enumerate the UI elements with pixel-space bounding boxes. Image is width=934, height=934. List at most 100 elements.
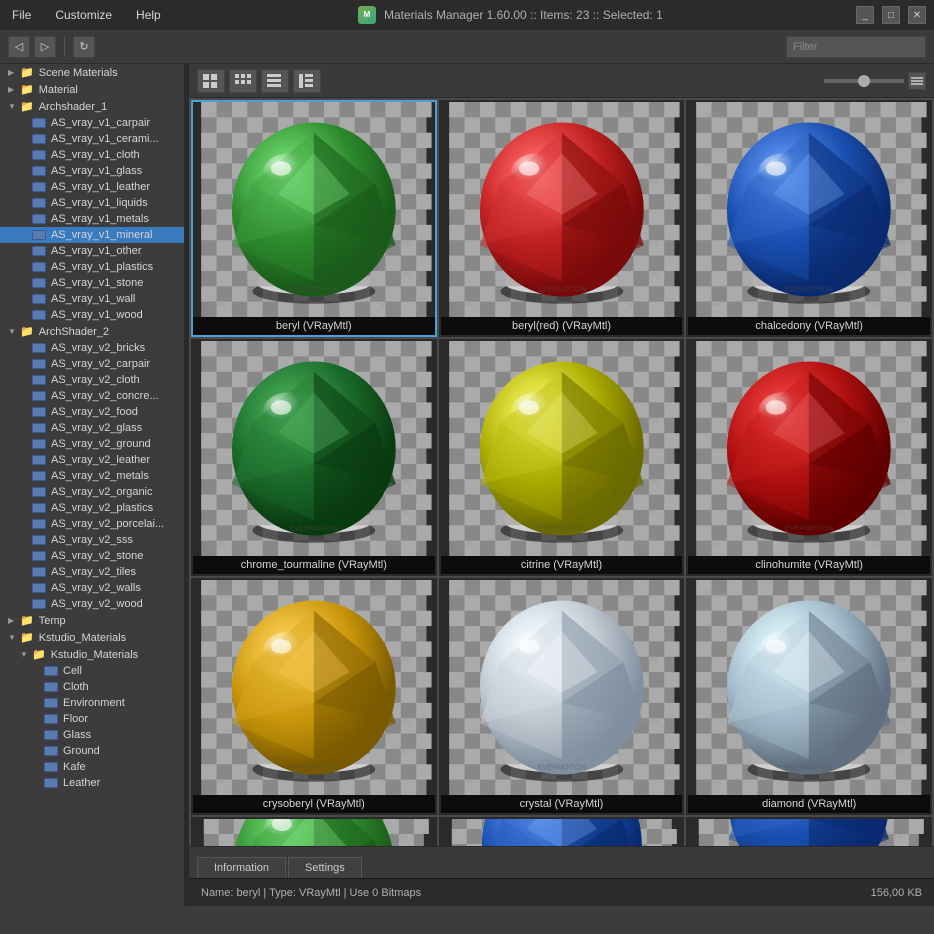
sidebar-item[interactable]: AS_vray_v1_carpair [0,115,184,131]
sidebar-item[interactable]: AS_vray_v2_tiles [0,564,184,580]
sidebar-item[interactable]: AS_vray_v2_walls [0,580,184,596]
sidebar-item[interactable]: AS_vray_v2_wood [0,596,184,612]
svg-text:90%: 90% [396,417,411,425]
svg-text:100%: 100% [209,111,230,120]
folder-icon: 📁 [20,66,34,79]
sidebar-item[interactable]: AS_vray_v2_plastics [0,500,184,516]
sidebar-item[interactable]: Environment [0,695,184,711]
sidebar-item[interactable]: Cloth [0,679,184,695]
sidebar-item[interactable]: AS_vray_v2_glass [0,420,184,436]
material-card[interactable]: EVERMOTION 100% 75% 50% 25% 90% 55% 50% … [686,100,932,337]
material-card[interactable]: EVERMOTION 100% 75% 50% 25% 90% 55% 50% … [439,339,685,576]
sidebar-item[interactable]: Floor [0,711,184,727]
sidebar-item[interactable]: Glass [0,727,184,743]
forward-button[interactable]: ▷ [34,36,56,58]
material-name: crystal (VRayMtl) [441,795,683,813]
material-icon [32,519,46,529]
material-name: chrome_tourmaline (VRayMtl) [193,556,435,574]
sidebar-item[interactable]: AS_vray_v2_ground [0,436,184,452]
sidebar-item[interactable]: ▼📁ArchShader_2 [0,323,184,340]
svg-text:100%: 100% [457,350,478,359]
refresh-button[interactable]: ↻ [73,36,95,58]
sidebar-item[interactable]: AS_vray_v2_stone [0,548,184,564]
sidebar-item[interactable]: AS_vray_v2_organic [0,484,184,500]
sidebar-item[interactable]: ▼📁Kstudio_Materials [0,629,184,646]
sidebar-item[interactable]: AS_vray_v2_cloth [0,372,184,388]
tab-information[interactable]: Information [197,857,286,878]
folder-icon: 📁 [20,100,34,113]
sidebar-item[interactable]: AS_vray_v2_food [0,404,184,420]
tree-label: AS_vray_v2_sss [51,534,133,546]
material-card[interactable]: EVERMOTION 100% 75% 50% 25% 90% 55% 50% … [439,100,685,337]
svg-text:100%: 100% [705,589,726,598]
svg-text:75%: 75% [457,300,473,309]
sidebar-item[interactable]: ▼📁Kstudio_Materials [0,646,184,663]
partial-material-card[interactable]: EVERMOTION 100% 75% 50% 25% 90% 55% 50% [686,817,932,846]
material-icon [44,746,58,756]
sidebar-item[interactable]: ▼📁Archshader_1 [0,98,184,115]
tree-label: ArchShader_2 [39,326,109,338]
svg-text:50%: 50% [396,748,411,756]
minimize-button[interactable]: _ [856,6,874,24]
sidebar-item[interactable]: AS_vray_v1_glass [0,163,184,179]
material-card[interactable]: EVERMOTION 100% 75% 50% 25% 90% 55% 50% … [191,339,437,576]
sidebar-item[interactable]: AS_vray_v2_porcelai... [0,516,184,532]
sidebar-item[interactable]: AS_vray_v1_leather [0,179,184,195]
svg-text:25%: 25% [628,300,644,309]
view-detail-icon[interactable] [293,69,321,93]
sidebar-item[interactable]: AS_vray_v1_wood [0,307,184,323]
sidebar-item[interactable]: AS_vray_v1_cerami... [0,131,184,147]
sidebar-item[interactable]: Leather [0,775,184,791]
tab-settings[interactable]: Settings [288,857,362,878]
sidebar-item[interactable]: AS_vray_v2_metals [0,468,184,484]
toolbar-separator [64,37,65,57]
sidebar-item[interactable]: Cell [0,663,184,679]
sidebar-item[interactable]: AS_vray_v2_sss [0,532,184,548]
view-medium-icon[interactable] [229,69,257,93]
sidebar-item[interactable]: ▶📁Material [0,81,184,98]
menu-bar: File Customize Help [8,6,165,24]
sidebar-item[interactable]: AS_vray_v1_wall [0,291,184,307]
material-card[interactable]: EVERMOTION 100% 75% 50% 25% 90% 55% 50% … [191,100,437,337]
sidebar-item[interactable]: AS_vray_v1_stone [0,275,184,291]
svg-text:EVERMOTION: EVERMOTION [785,763,833,771]
partial-material-card[interactable]: EVERMOTION 100% 75% 50% 25% 90% 55% 50% [439,817,685,846]
material-card[interactable]: EVERMOTION 100% 75% 50% 25% 90% 55% 50% … [686,578,932,815]
material-card[interactable]: EVERMOTION 100% 75% 50% 25% 90% 55% 50% … [191,578,437,815]
menu-help[interactable]: Help [132,6,165,24]
close-button[interactable]: ✕ [908,6,926,24]
filter-input[interactable] [786,36,926,58]
sidebar-item[interactable]: Ground [0,743,184,759]
sidebar-item[interactable]: AS_vray_v1_metals [0,211,184,227]
sidebar-item[interactable]: Kafe [0,759,184,775]
partial-material-card[interactable]: EVERMOTION 100% 75% 50% 25% 90% 55% 50% [191,817,437,846]
sidebar-item[interactable]: ▶📁Temp [0,612,184,629]
sidebar-item[interactable]: AS_vray_v2_concre... [0,388,184,404]
back-button[interactable]: ◁ [8,36,30,58]
sidebar-item[interactable]: AS_vray_v2_bricks [0,340,184,356]
maximize-button[interactable]: □ [882,6,900,24]
zoom-menu-button[interactable] [908,72,926,90]
material-card[interactable]: EVERMOTION 100% 75% 50% 25% 90% 55% 50% … [439,578,685,815]
sidebar-item[interactable]: ▶📁Scene Materials [0,64,184,81]
tree-label: AS_vray_v2_bricks [51,342,145,354]
material-card[interactable]: EVERMOTION 100% 75% 50% 25% 90% 55% 50% … [686,339,932,576]
sidebar-item[interactable]: AS_vray_v1_mineral [0,227,184,243]
view-large-icon[interactable] [197,69,225,93]
sidebar-item[interactable]: AS_vray_v2_leather [0,452,184,468]
menu-file[interactable]: File [8,6,35,24]
sidebar-item[interactable]: AS_vray_v1_other [0,243,184,259]
svg-text:50%: 50% [396,270,411,278]
svg-text:25%: 25% [628,539,644,548]
svg-text:55%: 55% [891,717,906,725]
sidebar-item[interactable]: AS_vray_v2_carpair [0,356,184,372]
sidebar-item[interactable]: AS_vray_v1_liquids [0,195,184,211]
folder-icon: 📁 [20,83,34,96]
menu-customize[interactable]: Customize [51,6,116,24]
zoom-slider[interactable] [824,79,904,83]
content-area[interactable]: EVERMOTION 100% 75% 50% 25% 90% 55% 50% … [189,98,934,846]
svg-text:50%: 50% [891,509,906,517]
view-list-icon[interactable] [261,69,289,93]
sidebar-item[interactable]: AS_vray_v1_cloth [0,147,184,163]
sidebar-item[interactable]: AS_vray_v1_plastics [0,259,184,275]
